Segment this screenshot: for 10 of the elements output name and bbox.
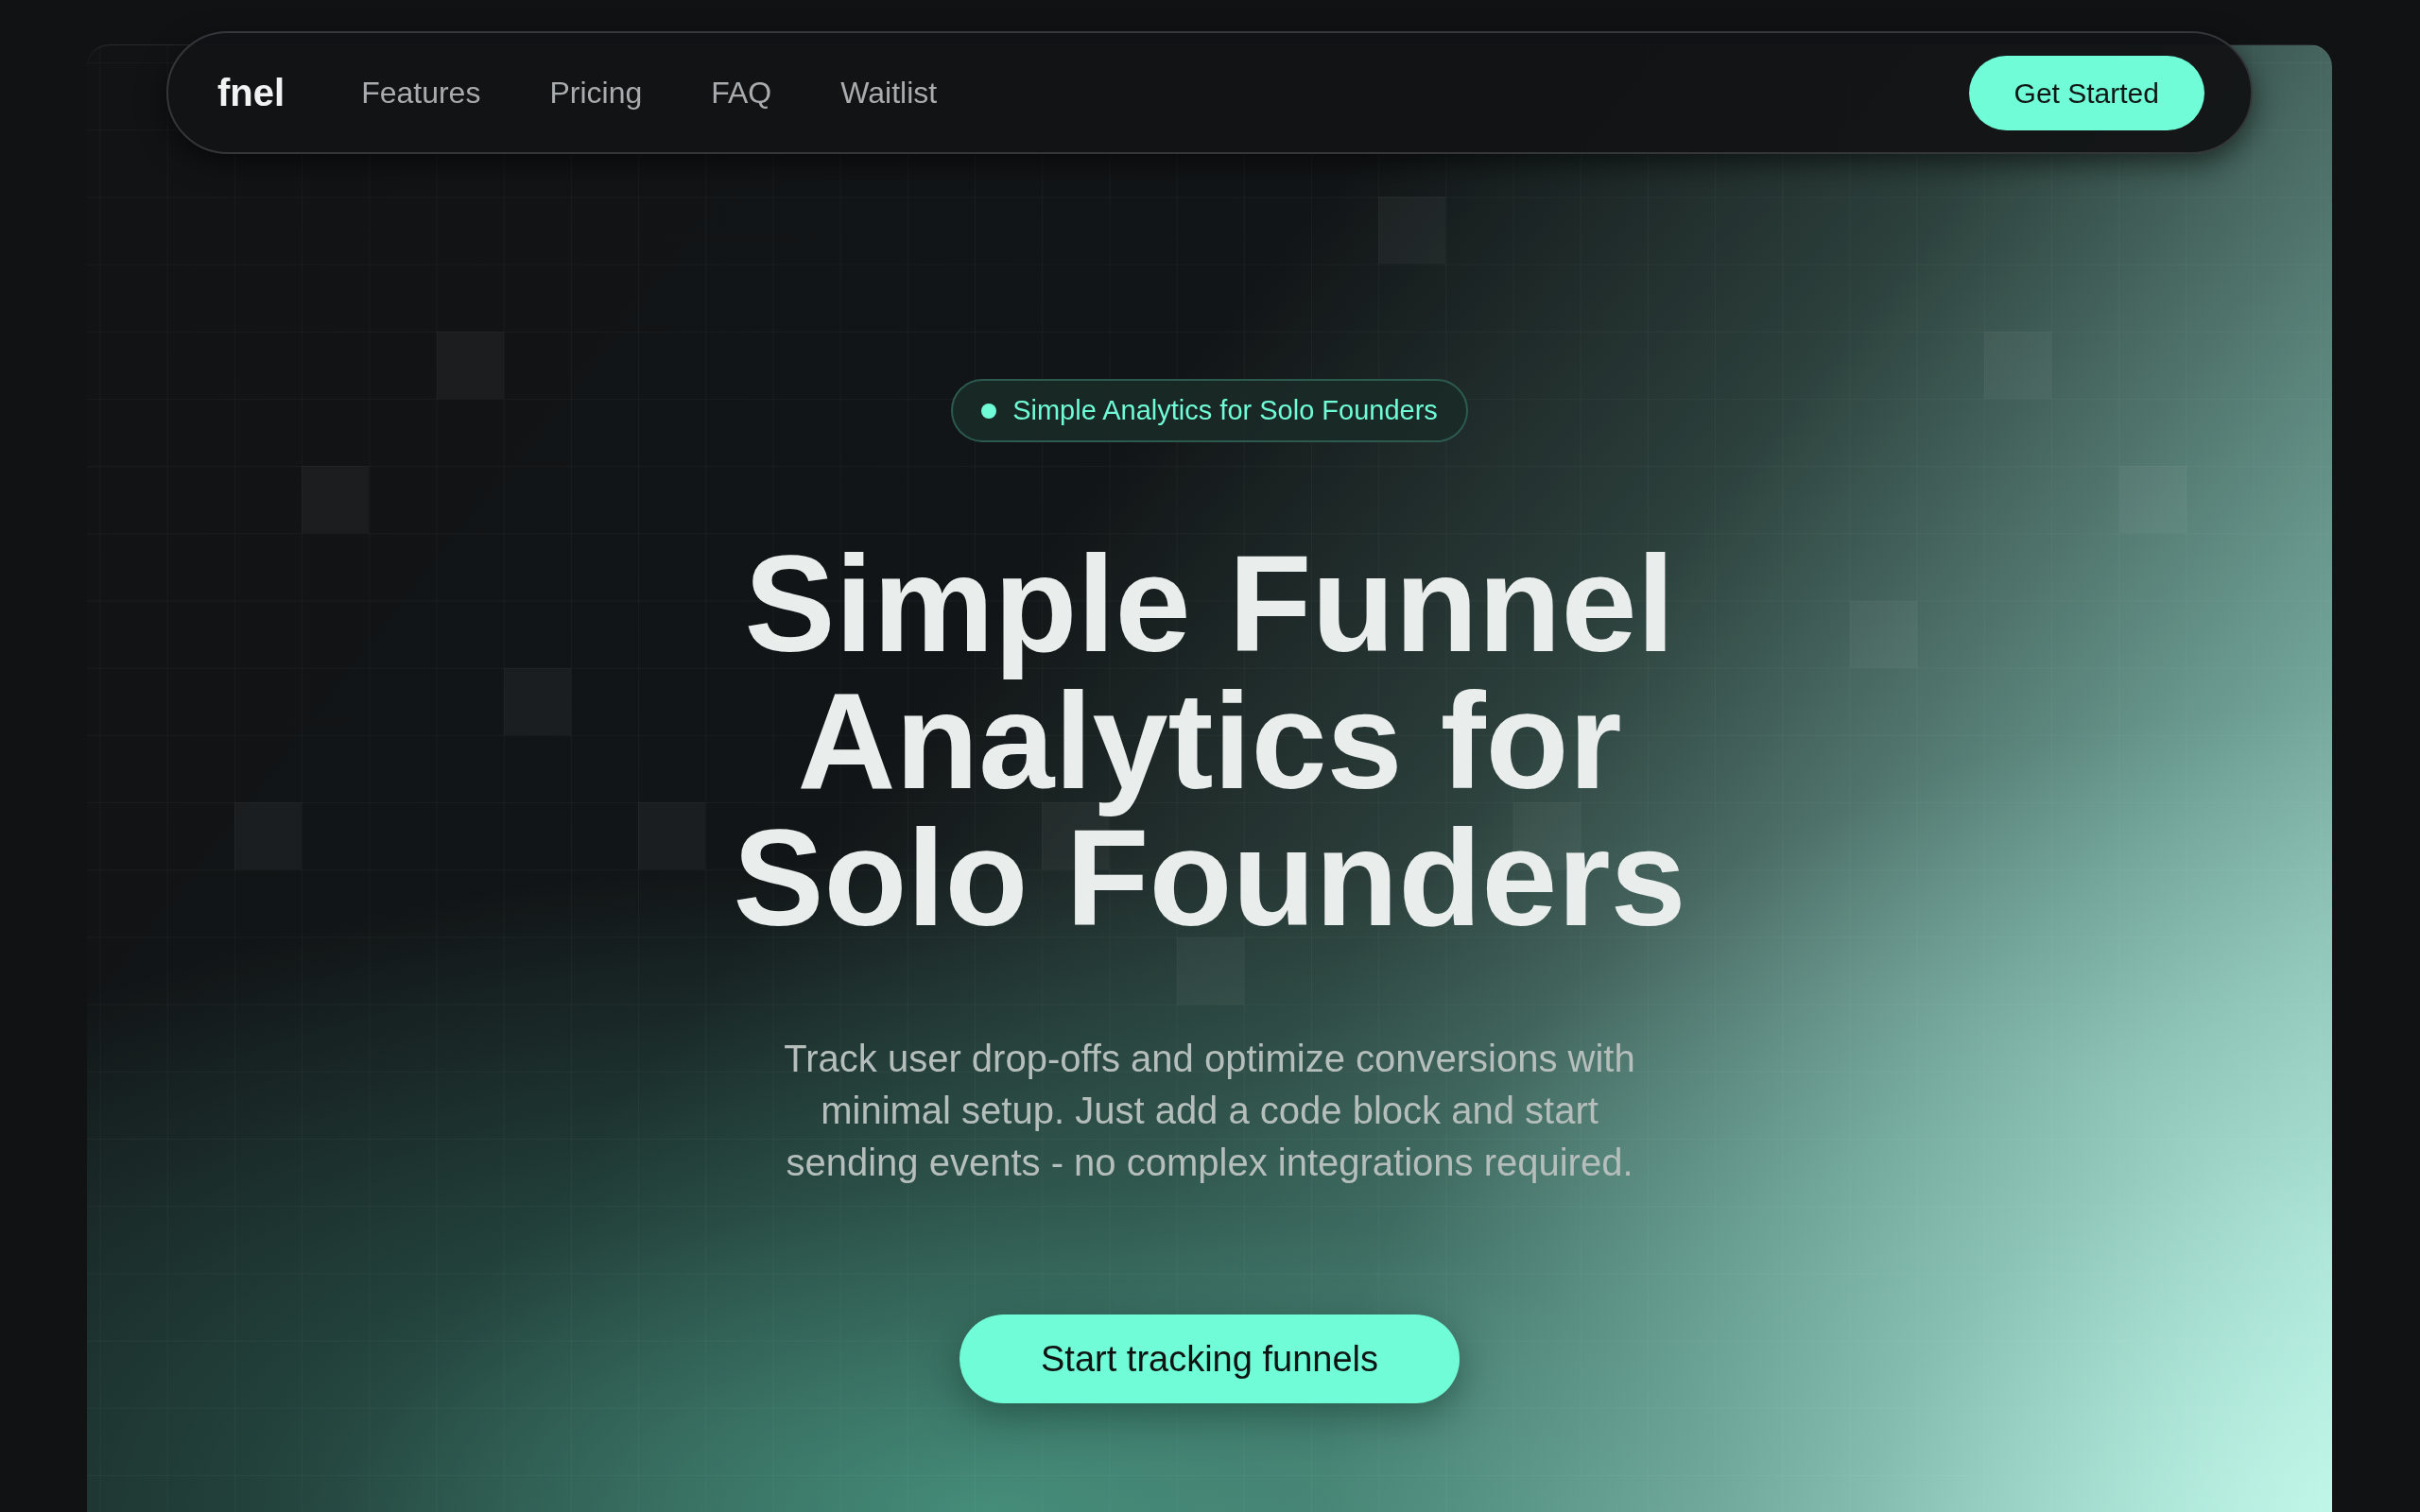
nav-link[interactable]: Features [361, 70, 481, 115]
nav-link[interactable]: Pricing [549, 70, 643, 115]
nav-link[interactable]: FAQ [711, 70, 772, 115]
start-tracking-button[interactable]: Start tracking funnels [959, 1314, 1460, 1403]
hero-heading: Simple Funnel Analytics for Solo Founders [732, 536, 1687, 947]
nav-link[interactable]: Waitlist [840, 70, 938, 115]
hero-description: Track user drop-offs and optimize conversions with minimal setup. Just add a code block and start sending events - no complex integrations required. [783, 1037, 1636, 1185]
badge-text: Simple Analytics for Solo Founders [1012, 393, 1438, 427]
logo[interactable]: fnel [217, 64, 285, 121]
get-started-button[interactable]: Get Started [1968, 55, 2204, 130]
